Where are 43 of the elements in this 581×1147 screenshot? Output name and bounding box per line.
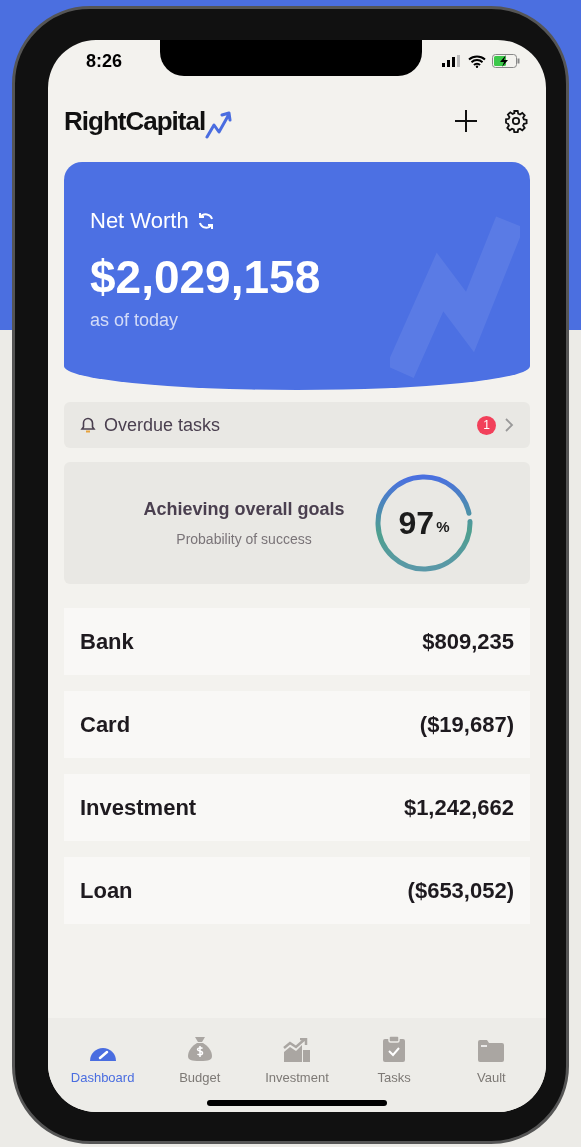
account-row[interactable]: Investment $1,242,662 <box>64 774 530 841</box>
goals-title: Achieving overall goals <box>143 498 345 521</box>
as-of-date: as of today <box>90 309 180 332</box>
app-logo: RightCapital <box>64 104 206 138</box>
clipboard-icon <box>383 1036 406 1062</box>
account-name: Loan <box>80 877 133 905</box>
tab[interactable]: Budget <box>153 1034 246 1088</box>
tab[interactable]: Tasks <box>348 1034 441 1088</box>
wifi-icon <box>468 54 486 68</box>
add-button[interactable] <box>454 108 480 134</box>
settings-button[interactable] <box>504 108 530 134</box>
net-worth-amount: $2,029,158 <box>90 250 322 305</box>
account-amount: $809,235 <box>422 628 514 656</box>
account-name: Investment <box>80 794 197 822</box>
chevron-right-icon <box>504 417 514 433</box>
success-percent: 97 <box>398 504 435 543</box>
count-badge: 1 <box>477 415 496 435</box>
signal-icon <box>442 55 462 67</box>
gauge-icon <box>88 1047 117 1062</box>
plus-icon <box>454 109 478 133</box>
refresh-icon <box>196 211 215 230</box>
account-row[interactable]: Card ($19,687) <box>64 691 530 758</box>
chart-icon <box>282 1038 311 1062</box>
card-title: Net Worth <box>90 207 189 235</box>
account-row[interactable]: Bank $809,235 <box>64 608 530 675</box>
status-time: 8:26 <box>86 49 123 73</box>
account-name: Card <box>80 711 131 739</box>
account-name: Bank <box>80 628 134 656</box>
goals-subtitle: Probability of success <box>176 530 312 549</box>
tab[interactable]: Vault <box>445 1034 538 1088</box>
bell-icon <box>80 416 96 434</box>
tab[interactable]: Dashboard <box>56 1034 149 1088</box>
battery-icon <box>492 54 520 68</box>
folder-icon <box>478 1040 505 1062</box>
tab[interactable]: Investment <box>250 1034 343 1088</box>
overdue-tasks-row[interactable]: Overdue tasks 1 <box>64 402 530 448</box>
account-amount: $1,242,662 <box>403 794 514 822</box>
account-amount: ($653,052) <box>407 877 514 905</box>
account-row[interactable]: Loan ($653,052) <box>64 857 530 924</box>
percent-unit: % <box>436 516 450 537</box>
money-bag-icon <box>186 1036 213 1062</box>
settings-icon <box>504 109 528 133</box>
account-amount: ($19,687) <box>419 711 514 739</box>
